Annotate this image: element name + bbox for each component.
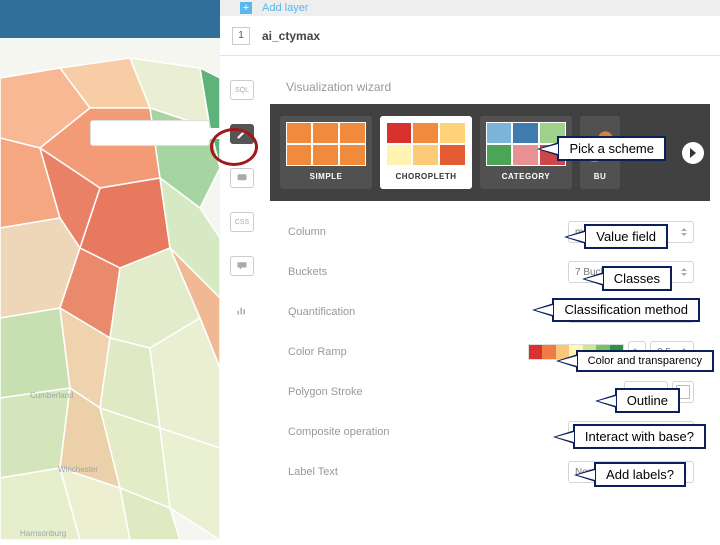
- buckets-label: Buckets: [288, 266, 568, 278]
- chevron-right-icon: [688, 148, 698, 158]
- scheme-simple-label: SIMPLE: [310, 172, 343, 181]
- wizard-tab[interactable]: [230, 124, 254, 144]
- callout-interact: Interact with base?: [573, 424, 706, 449]
- bars-icon: [236, 304, 248, 316]
- callout-classes: Classes: [602, 266, 672, 291]
- layer-header[interactable]: 1 ai_ctymax: [220, 16, 720, 56]
- search-input[interactable]: [101, 128, 233, 139]
- map-place-1: Cumberland: [30, 391, 74, 400]
- composite-label: Composite operation: [288, 426, 568, 438]
- callout-classification: Classification method: [552, 298, 700, 322]
- map-preview[interactable]: Cumberland Winchester Harrisonburg Charl…: [0, 38, 220, 540]
- sql-tab[interactable]: SQL: [230, 80, 254, 100]
- labeltext-label: Label Text: [288, 466, 568, 478]
- wizard-title: Visualization wizard: [270, 56, 710, 104]
- stroke-label: Polygon Stroke: [288, 386, 624, 398]
- legends-tab[interactable]: [230, 256, 254, 276]
- add-layer-label: Add layer: [262, 2, 308, 14]
- map-search[interactable]: [90, 120, 210, 146]
- callout-scheme: Pick a scheme: [557, 136, 666, 161]
- scheme-choropleth[interactable]: CHOROPLETH: [380, 116, 472, 189]
- map-place-2: Winchester: [58, 465, 98, 474]
- wizard-tab-strip: SQL CSS: [224, 56, 260, 320]
- callout-outline: Outline: [615, 388, 680, 413]
- speech2-icon: [236, 260, 248, 272]
- map-place-3: Harrisonburg: [20, 529, 66, 538]
- callout-value: Value field: [584, 224, 668, 249]
- layer-name: ai_ctymax: [262, 29, 320, 43]
- stats-tab[interactable]: [230, 300, 254, 320]
- app-header-left: [0, 0, 220, 38]
- brush-icon: [236, 128, 248, 140]
- callout-color: Color and transparency: [576, 350, 714, 372]
- layer-index: 1: [232, 27, 250, 45]
- infowindow-tab[interactable]: [230, 168, 254, 188]
- updown-icon: [681, 267, 687, 277]
- add-layer-row[interactable]: + Add layer: [220, 0, 720, 16]
- css-tab[interactable]: CSS: [230, 212, 254, 232]
- ramp-label: Color Ramp: [288, 346, 528, 358]
- column-label: Column: [288, 226, 568, 238]
- choropleth-swatch: [386, 122, 466, 166]
- plus-icon: +: [240, 2, 252, 14]
- scheme-next-button[interactable]: [682, 142, 704, 164]
- updown-icon: [681, 227, 687, 237]
- scheme-choropleth-label: CHOROPLETH: [396, 172, 457, 181]
- simple-swatch: [286, 122, 366, 166]
- quant-label: Quantification: [288, 306, 568, 318]
- callout-labels: Add labels?: [594, 462, 686, 487]
- speech-icon: [236, 172, 248, 184]
- scheme-bubble-label: BU: [594, 172, 607, 181]
- scheme-simple[interactable]: SIMPLE: [280, 116, 372, 189]
- scheme-category-label: CATEGORY: [502, 172, 550, 181]
